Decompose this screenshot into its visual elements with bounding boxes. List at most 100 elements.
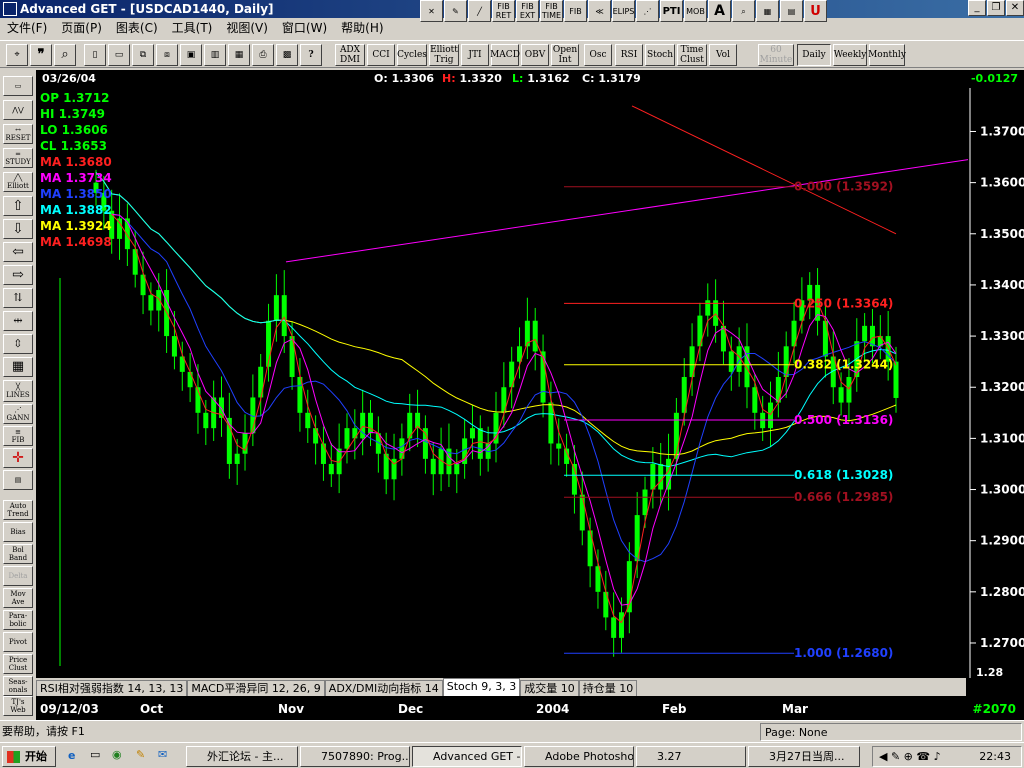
task-forum[interactable]: 外汇论坛 - 主... (186, 746, 298, 767)
fib-button[interactable]: ≡ FIB (3, 426, 33, 446)
tab-adx-dmi[interactable]: ADX/DMI动向指标 14 (324, 680, 443, 696)
zoom-icon[interactable]: ⌕ (732, 0, 755, 22)
text-tool-button[interactable]: A (708, 0, 731, 22)
task-advanced-get[interactable]: Advanced GET -... (412, 746, 522, 767)
indicator-obv[interactable]: OBV (521, 44, 549, 66)
new-page-icon[interactable]: ▯ (84, 44, 106, 66)
delta-button[interactable]: Delta (3, 566, 33, 586)
magnet-icon[interactable]: U (804, 0, 827, 22)
indicator-vol[interactable]: Vol (709, 44, 737, 66)
grid-icon[interactable]: ▦ (756, 0, 779, 22)
minimize-button[interactable]: _ (968, 0, 986, 16)
pencil-icon[interactable]: ✎ (444, 0, 467, 22)
indicator-elliott-trig[interactable]: Elliott Trig (429, 44, 459, 66)
indicator-cci[interactable]: CCI (367, 44, 395, 66)
compress-icon[interactable]: ⇅ (3, 288, 33, 308)
restore-button[interactable]: ❐ (987, 0, 1005, 16)
indicator-cycles[interactable]: Cycles (397, 44, 427, 66)
properties-icon[interactable]: ▤ (3, 470, 33, 490)
desktop-icon[interactable]: ▭ (90, 748, 100, 761)
quote-icon[interactable]: ❞ (30, 44, 52, 66)
ellipse-button[interactable]: ELIPS (612, 0, 635, 22)
indicator-adx-dmi[interactable]: ADX DMI (335, 44, 365, 66)
menu-view[interactable]: 视图(V) (219, 18, 275, 38)
seasonals-button[interactable]: Seas-onals (3, 676, 33, 696)
expand-icon[interactable]: ⇹ (3, 311, 33, 331)
reset-button[interactable]: ↔ RESET (3, 124, 33, 144)
auto-trend-button[interactable]: Auto Trend (3, 500, 33, 520)
task-photoshop[interactable]: Adobe Photoshop (524, 746, 634, 767)
search-icon[interactable]: ⌕ (54, 44, 76, 66)
study-button[interactable]: ═ STUDY (3, 148, 33, 168)
menu-tools[interactable]: 工具(T) (165, 18, 220, 38)
price-clust-button[interactable]: Price Clust (3, 654, 33, 674)
period-60-minute[interactable]: 60 Minute (758, 44, 794, 66)
arrow-left-icon[interactable]: ⇦ (3, 242, 33, 262)
open-page-icon[interactable]: ▭ (108, 44, 130, 66)
mov-ave-button[interactable]: Mov Ave (3, 588, 33, 608)
indicator-open-int[interactable]: Open Int (551, 44, 579, 66)
fan-lines-icon[interactable]: ≪ (588, 0, 611, 22)
grid-icon[interactable]: ▦ (3, 357, 33, 377)
chart-props-icon[interactable]: ▥ (204, 44, 226, 66)
gann-button[interactable]: ⋰ GANN (3, 404, 33, 424)
fib-retracement-button[interactable]: FIB RET (492, 0, 515, 22)
tab-macd[interactable]: MACD平滑异同 12, 26, 9 (187, 680, 325, 696)
period-daily[interactable]: Daily (797, 44, 831, 66)
lines-button[interactable]: ╳ LINES (3, 380, 33, 402)
elliott-button[interactable]: ╱╲ Elliott (3, 172, 33, 192)
menu-page[interactable]: 页面(P) (54, 18, 109, 38)
tab-rsi[interactable]: RSI相对强弱指数 14, 13, 13 (36, 680, 188, 696)
mob-button[interactable]: MOB (684, 0, 707, 22)
tray-icons[interactable]: ◀ ✎ ⊕ ☎ ♪ (879, 747, 941, 766)
menu-help[interactable]: 帮助(H) (334, 18, 390, 38)
quicklaunch-icon[interactable]: ✎ (136, 748, 145, 761)
fib-time-button[interactable]: FIB TIME (540, 0, 563, 22)
close-button[interactable]: ✕ (1006, 0, 1024, 16)
print-icon[interactable]: ⎙ (252, 44, 274, 66)
menu-window[interactable]: 窗口(W) (275, 18, 334, 38)
pivot-button[interactable]: Pivot (3, 632, 33, 652)
bias-button[interactable]: Bias (3, 522, 33, 542)
zoom-fit-icon[interactable]: ⇳ (3, 334, 33, 354)
crosshair-icon[interactable]: ✛ (3, 448, 33, 468)
chart-window[interactable]: 03/26/04 O: 1.3306 H: 1.3320 L: 1.3162 C… (36, 70, 1024, 720)
media-icon[interactable]: ◉ (112, 748, 122, 761)
arrow-right-icon[interactable]: ⇨ (3, 265, 33, 285)
menu-file[interactable]: 文件(F) (0, 18, 54, 38)
arrow-down-icon[interactable]: ⇩ (3, 219, 33, 239)
layout-icon[interactable]: ▦ (228, 44, 250, 66)
ie-icon[interactable]: e (68, 749, 75, 762)
tab-open-interest[interactable]: 持仓量 10 (578, 680, 638, 696)
indicator-rsi[interactable]: RSI (615, 44, 643, 66)
arrow-up-icon[interactable]: ⇧ (3, 196, 33, 216)
line-tool-icon[interactable]: ╱ (468, 0, 491, 22)
open-folder-icon[interactable]: ▭ (3, 76, 33, 96)
start-button[interactable]: 开始 (2, 746, 56, 767)
outlook-icon[interactable]: ✉ (158, 748, 167, 761)
paste-icon[interactable]: ⧈ (156, 44, 178, 66)
chart-pattern-icon[interactable]: ⋀⋁ (3, 100, 33, 120)
pointer-icon[interactable]: ⌖ (6, 44, 28, 66)
tab-volume[interactable]: 成交量 10 (520, 680, 579, 696)
indicator-time-clust[interactable]: Time Clust (677, 44, 707, 66)
menu-chart[interactable]: 图表(C) (109, 18, 165, 38)
save-icon[interactable]: ▣ (180, 44, 202, 66)
period-weekly[interactable]: Weekly (833, 44, 867, 66)
indicator-jti[interactable]: JTI (461, 44, 489, 66)
copy-icon[interactable]: ⧉ (132, 44, 154, 66)
list-icon[interactable]: ▤ (780, 0, 803, 22)
grid-toggle-icon[interactable]: ▩ (276, 44, 298, 66)
gann-fan-icon[interactable]: ⋰ (636, 0, 659, 22)
task-folder[interactable]: 3.27 (636, 746, 746, 767)
task-prog[interactable]: 7507890: Prog... (300, 746, 410, 767)
cross-cursor-icon[interactable]: ✕ (420, 0, 443, 22)
price-chart[interactable]: 1.3700 1.3600 1.3500 1.3400 1.3300 1.3200 1.31… (36, 88, 1024, 678)
indicator-stoch[interactable]: Stoch (645, 44, 675, 66)
period-monthly[interactable]: Monthly (868, 44, 906, 66)
bol-band-button[interactable]: Bol Band (3, 544, 33, 564)
tab-stoch[interactable]: Stoch 9, 3, 3 (442, 678, 521, 696)
fib-extension-button[interactable]: FIB EXT (516, 0, 539, 22)
parabolic-button[interactable]: Para-bolic (3, 610, 33, 630)
fib-arc-button[interactable]: FIB (564, 0, 587, 22)
